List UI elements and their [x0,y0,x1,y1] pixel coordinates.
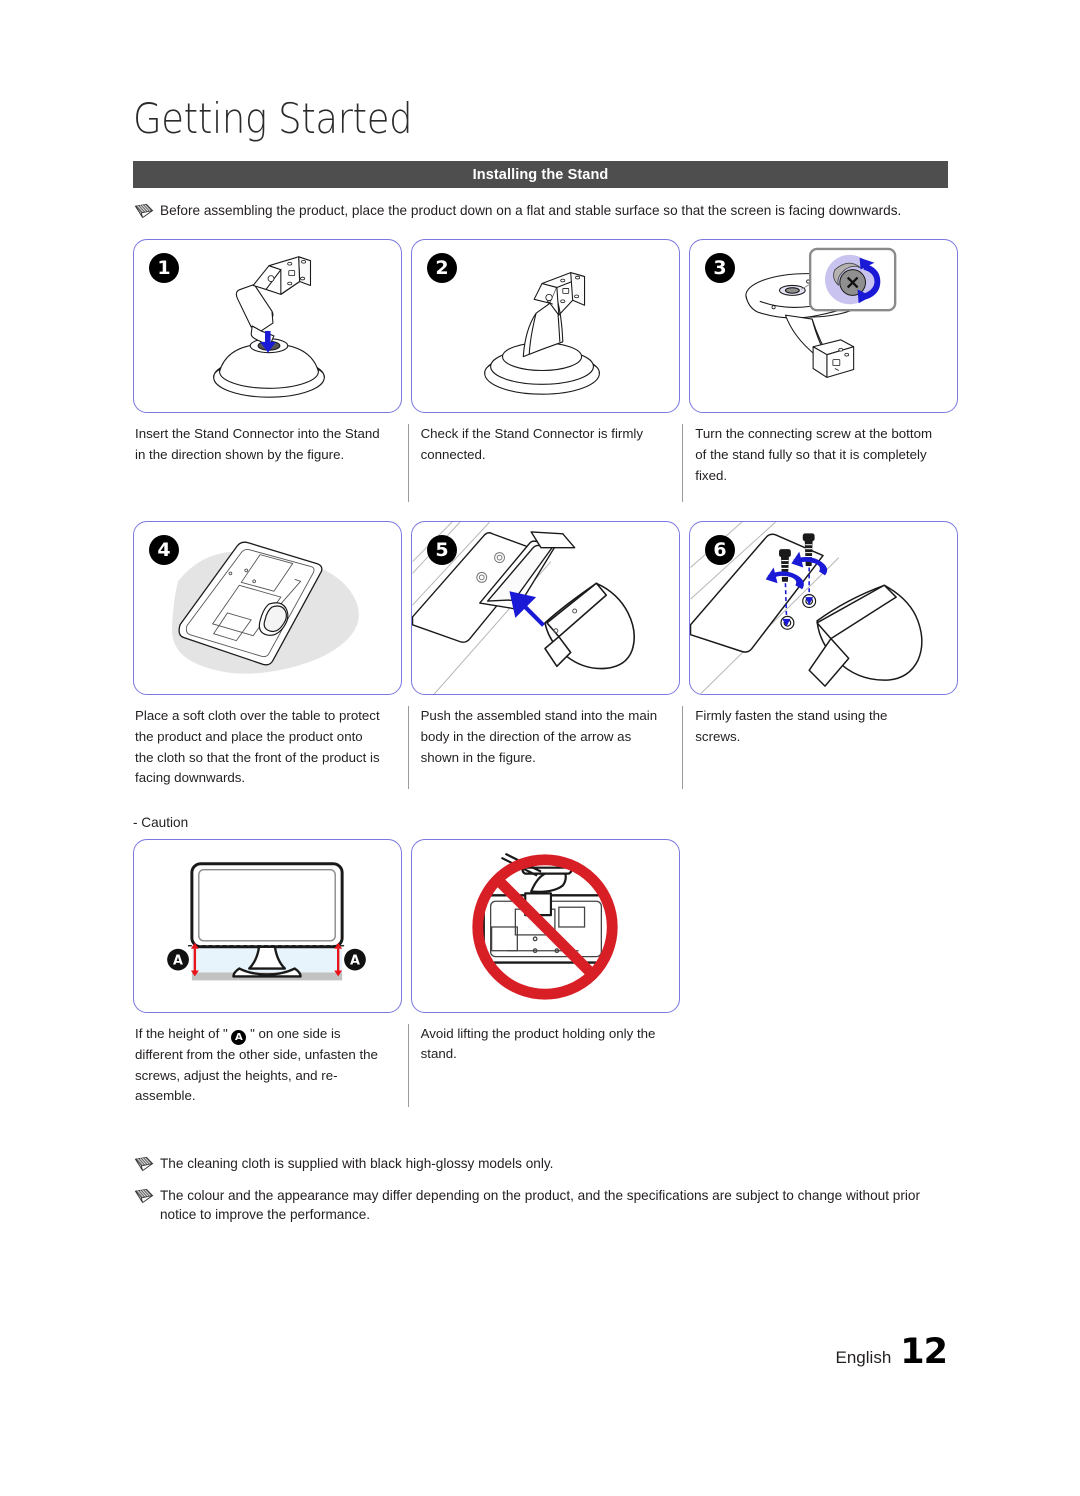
step-cell-3: 3 [689,239,958,414]
figure-fasten-stand-with-screws: 6 [689,521,958,696]
caution-captions-row: If the height of " A " on one side is di… [133,1023,948,1107]
step-caption-6: Firmly fasten the stand using the screws… [682,706,948,789]
step-cell-1: 1 [133,239,402,414]
section-header-label: Installing the Stand [472,166,609,183]
step-caption-3: Turn the connecting screw at the bottom … [682,424,948,503]
caution-caption-2: Avoid lifting the product holding only t… [407,1023,674,1107]
step-caption-5: Push the assembled stand into the main b… [407,706,674,789]
page-title: Getting Started [133,94,413,143]
footer-language: English [835,1348,892,1367]
caution-caption-spacer [682,1024,948,1107]
figure-monitor-face-down-on-cloth: 4 [133,521,402,696]
page-footer: English 12 [835,1332,948,1372]
caution-caption-1-part1: If the height of " [135,1025,232,1041]
bottom-notes: The cleaning cloth is supplied with blac… [133,1154,948,1225]
caution-cell-2 [411,838,680,1013]
bottom-note-2-text: The colour and the appearance may differ… [160,1188,920,1223]
figure-do-not-lift-by-stand-prohibited [411,838,680,1013]
pencil-note-icon [133,1156,155,1173]
bottom-note-1-text: The cleaning cloth is supplied with blac… [160,1155,554,1171]
figure-assembled-stand-check: 2 [411,239,680,414]
svg-text:A: A [173,953,183,968]
step-caption-2: Check if the Stand Connector is firmly c… [407,424,674,503]
step-cell-4: 4 [133,521,402,696]
step-caption-1: Insert the Stand Connector into the Stan… [135,426,380,462]
inline-a-badge: A [231,1029,247,1045]
step-cell-5: 5 [411,521,680,696]
figure-push-stand-into-main-body: 5 [411,521,680,696]
svg-text:A: A [350,953,360,968]
bottom-note-2: The colour and the appearance may differ… [133,1186,948,1225]
bottom-note-1: The cleaning cloth is supplied with blac… [133,1154,948,1173]
footer-page-number: 12 [900,1332,948,1372]
steps-row-2: 4 5 6 [133,521,958,696]
step-cell-6: 6 [689,521,958,696]
figure-stand-connector-insert-into-base: 1 [133,239,402,414]
pencil-note-icon [133,1188,155,1205]
manual-page: Getting Started Installing the Stand Bef… [0,0,1080,1496]
caution-label: - Caution [133,814,189,830]
page-content: Getting Started Installing the Stand Bef… [133,0,958,1225]
caution-caption-1: If the height of " A " on one side is di… [133,1024,399,1107]
caution-figures-row: A A [133,838,948,1013]
intro-note-text: Before assembling the product, place the… [160,203,902,218]
steps-row-1: 1 2 3 [133,239,958,414]
captions-row-2: Place a soft cloth over the table to pro… [133,706,948,789]
figure-monitor-height-measure-A: A A [133,838,402,1013]
pencil-note-icon [133,203,155,220]
intro-note: Before assembling the product, place the… [133,201,948,220]
section-header-band: Installing the Stand [133,161,948,188]
figure-tighten-connecting-screw-underside: 3 [689,239,958,414]
captions-row-1: Insert the Stand Connector into the Stan… [133,424,948,503]
step-caption-4: Place a soft cloth over the table to pro… [135,708,380,786]
step-cell-2: 2 [411,239,680,414]
caution-cell-1: A A [133,838,402,1013]
